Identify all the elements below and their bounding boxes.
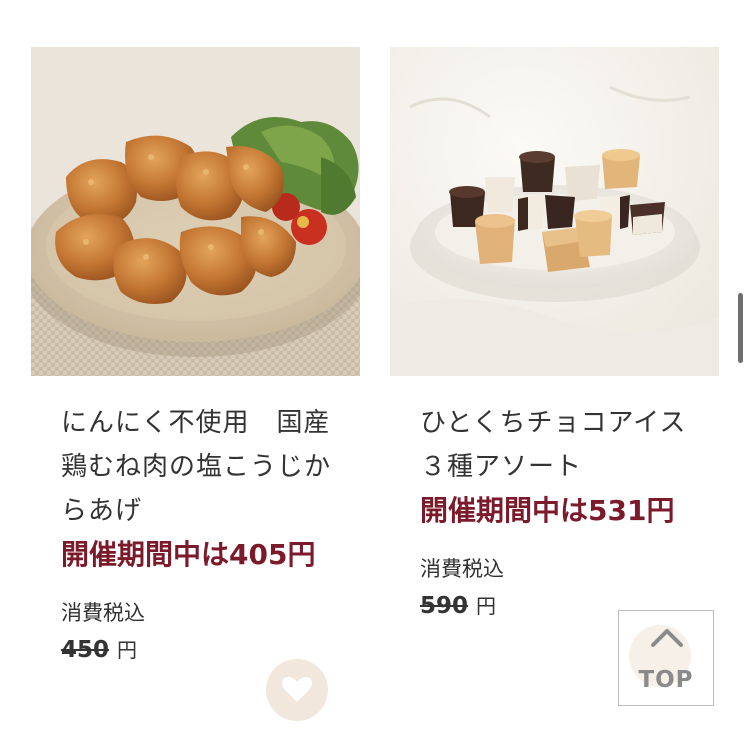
tax-included-label: 消費税込	[61, 601, 145, 625]
currency-unit: 円	[476, 594, 497, 618]
tax-included-label: 消費税込	[420, 557, 504, 581]
scrollbar-thumb[interactable]	[738, 293, 743, 363]
product-grid-page: にんにく不使用 国産鶏むね肉の塩こうじからあげ 開催期間中は405円 消費税込 …	[0, 0, 750, 750]
karaage-photo	[31, 47, 360, 376]
back-to-top-button[interactable]: TOP	[618, 610, 714, 706]
regular-price-value: 590	[420, 593, 469, 619]
top-label: TOP	[638, 667, 694, 693]
product-name[interactable]: にんにく不使用 国産鶏むね肉の塩こうじからあげ	[61, 401, 331, 533]
favorite-button[interactable]	[266, 659, 328, 721]
product-name[interactable]: ひとくちチョコアイス ３種アソート	[420, 401, 712, 489]
product-image-karaage[interactable]	[31, 47, 360, 376]
product-image-choco-ice[interactable]	[390, 47, 719, 376]
product-card[interactable]: ひとくちチョコアイス ３種アソート 開催期間中は531円 消費税込 590 円	[390, 47, 719, 620]
regular-price-value: 450	[61, 637, 110, 663]
campaign-price: 開催期間中は531円	[420, 494, 675, 527]
product-card[interactable]: にんにく不使用 国産鶏むね肉の塩こうじからあげ 開催期間中は405円 消費税込 …	[31, 47, 360, 664]
currency-unit: 円	[117, 638, 138, 662]
chevron-up-icon	[651, 629, 683, 647]
regular-price: 450 円	[61, 637, 360, 664]
choco-ice-photo	[390, 47, 719, 376]
heart-icon	[282, 677, 312, 702]
campaign-price: 開催期間中は405円	[61, 538, 316, 571]
